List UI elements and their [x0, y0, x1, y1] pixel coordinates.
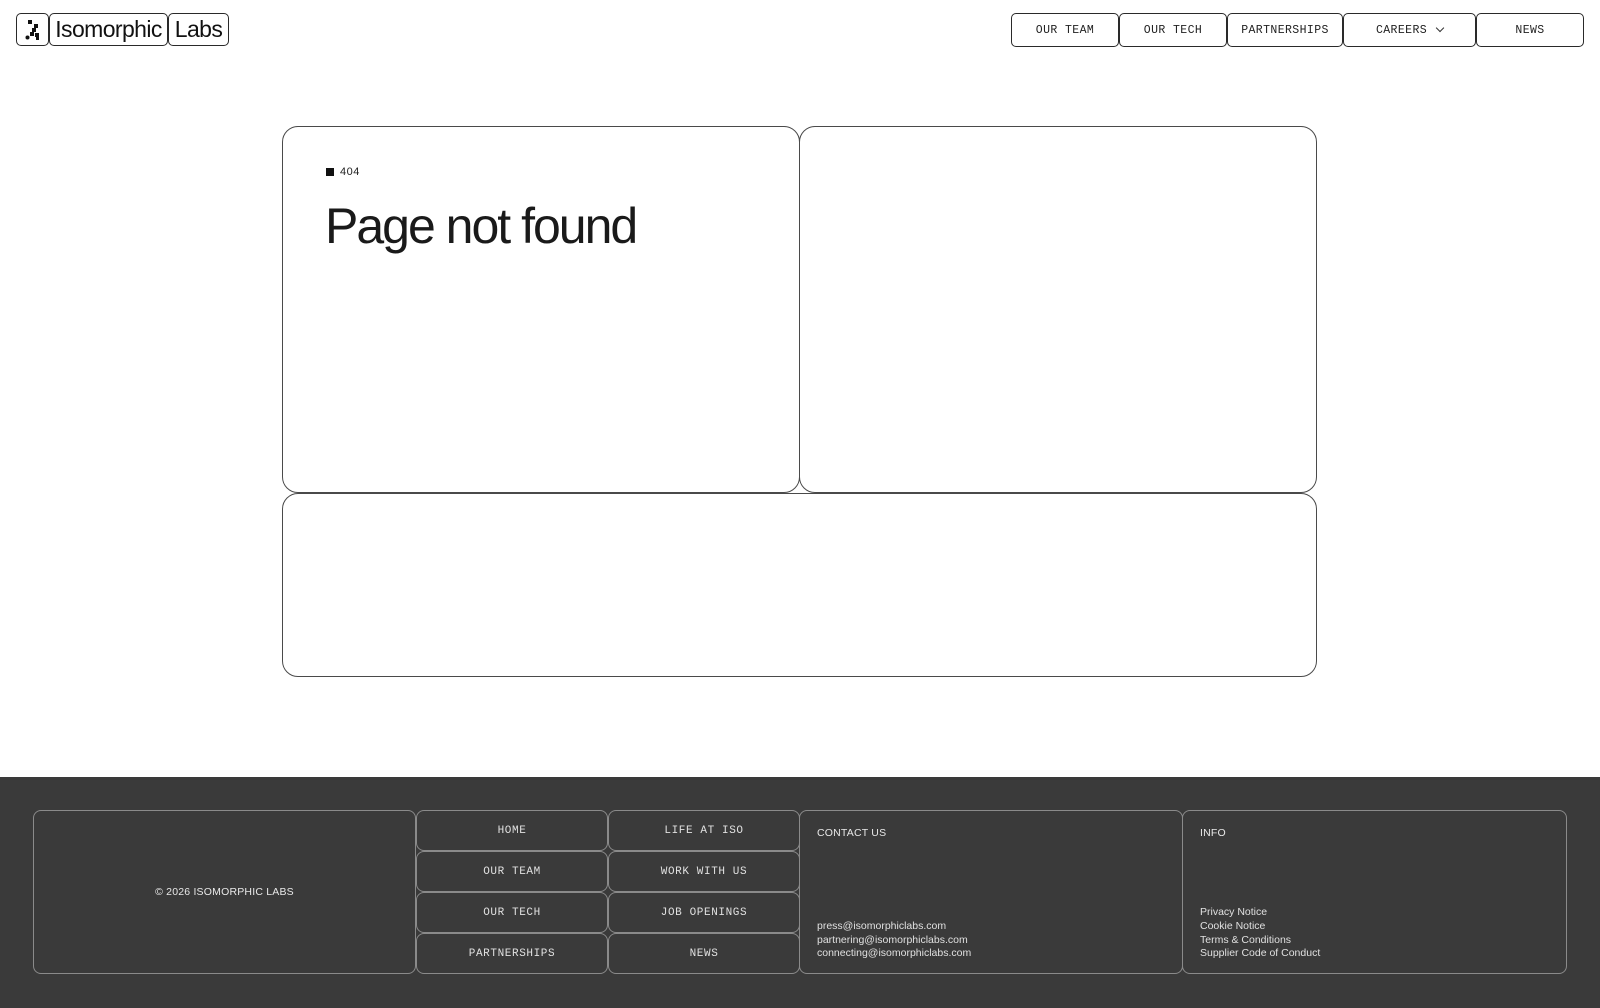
footer-link-life-at-iso[interactable]: LIFE AT ISO: [608, 810, 800, 851]
nav-partnerships[interactable]: PARTNERSHIPS: [1227, 13, 1343, 47]
footer-link-job-openings[interactable]: JOB OPENINGS: [608, 892, 800, 933]
nav-news[interactable]: NEWS: [1476, 13, 1584, 47]
empty-card-bottom: [282, 493, 1317, 677]
nav-our-team[interactable]: OUR TEAM: [1011, 13, 1119, 47]
site-footer: © 2026 ISOMORPHIC LABS HOME OUR TEAM OUR…: [0, 777, 1600, 1008]
link-terms-conditions[interactable]: Terms & Conditions: [1200, 934, 1320, 947]
main-nav: OUR TEAM OUR TECH PARTNERSHIPS CAREERS N…: [1011, 13, 1584, 47]
contact-box: CONTACT US press@isomorphiclabs.com part…: [799, 810, 1183, 974]
copyright-text: © 2026 ISOMORPHIC LABS: [155, 886, 294, 898]
square-bullet-icon: [326, 168, 334, 176]
footer-link-our-team[interactable]: OUR TEAM: [416, 851, 608, 892]
site-header: Isomorphic Labs OUR TEAM OUR TECH PARTNE…: [0, 0, 1600, 60]
chevron-down-icon: [1435, 23, 1445, 33]
contact-list: press@isomorphiclabs.com partnering@isom…: [817, 920, 971, 960]
footer-link-our-tech[interactable]: OUR TECH: [416, 892, 608, 933]
nav-label: NEWS: [1515, 23, 1545, 37]
info-heading: INFO: [1200, 827, 1226, 839]
error-code-row: 404: [326, 166, 360, 178]
nav-our-tech[interactable]: OUR TECH: [1119, 13, 1227, 47]
info-box: INFO Privacy Notice Cookie Notice Terms …: [1182, 810, 1567, 974]
contact-heading: CONTACT US: [817, 827, 887, 839]
nav-label: OUR TEAM: [1035, 23, 1095, 37]
link-privacy-notice[interactable]: Privacy Notice: [1200, 906, 1320, 919]
copyright-box: © 2026 ISOMORPHIC LABS: [33, 810, 416, 974]
footer-link-partnerships[interactable]: PARTNERSHIPS: [416, 933, 608, 974]
link-supplier-code[interactable]: Supplier Code of Conduct: [1200, 948, 1320, 960]
email-press[interactable]: press@isomorphiclabs.com: [817, 920, 971, 933]
error-code: 404: [340, 166, 360, 178]
email-partnering[interactable]: partnering@isomorphiclabs.com: [817, 934, 971, 947]
isomorphic-logo-icon: [16, 13, 49, 46]
nav-label: PARTNERSHIPS: [1241, 23, 1329, 37]
logo[interactable]: Isomorphic Labs: [16, 13, 229, 46]
logo-word-labs: Labs: [168, 13, 229, 46]
footer-link-news[interactable]: NEWS: [608, 933, 800, 974]
info-list: Privacy Notice Cookie Notice Terms & Con…: [1200, 906, 1320, 960]
nav-careers[interactable]: CAREERS: [1343, 13, 1476, 47]
logo-word-isomorphic: Isomorphic: [49, 13, 168, 46]
page-title: Page not found: [325, 198, 638, 254]
nav-label: OUR TECH: [1143, 23, 1203, 37]
link-cookie-notice[interactable]: Cookie Notice: [1200, 920, 1320, 933]
error-card: 404 Page not found: [282, 126, 800, 493]
email-connecting[interactable]: connecting@isomorphiclabs.com: [817, 948, 971, 960]
footer-link-home[interactable]: HOME: [416, 810, 608, 851]
empty-card-right: [799, 126, 1317, 493]
footer-link-work-with-us[interactable]: WORK WITH US: [608, 851, 800, 892]
nav-label: CAREERS: [1375, 23, 1428, 37]
